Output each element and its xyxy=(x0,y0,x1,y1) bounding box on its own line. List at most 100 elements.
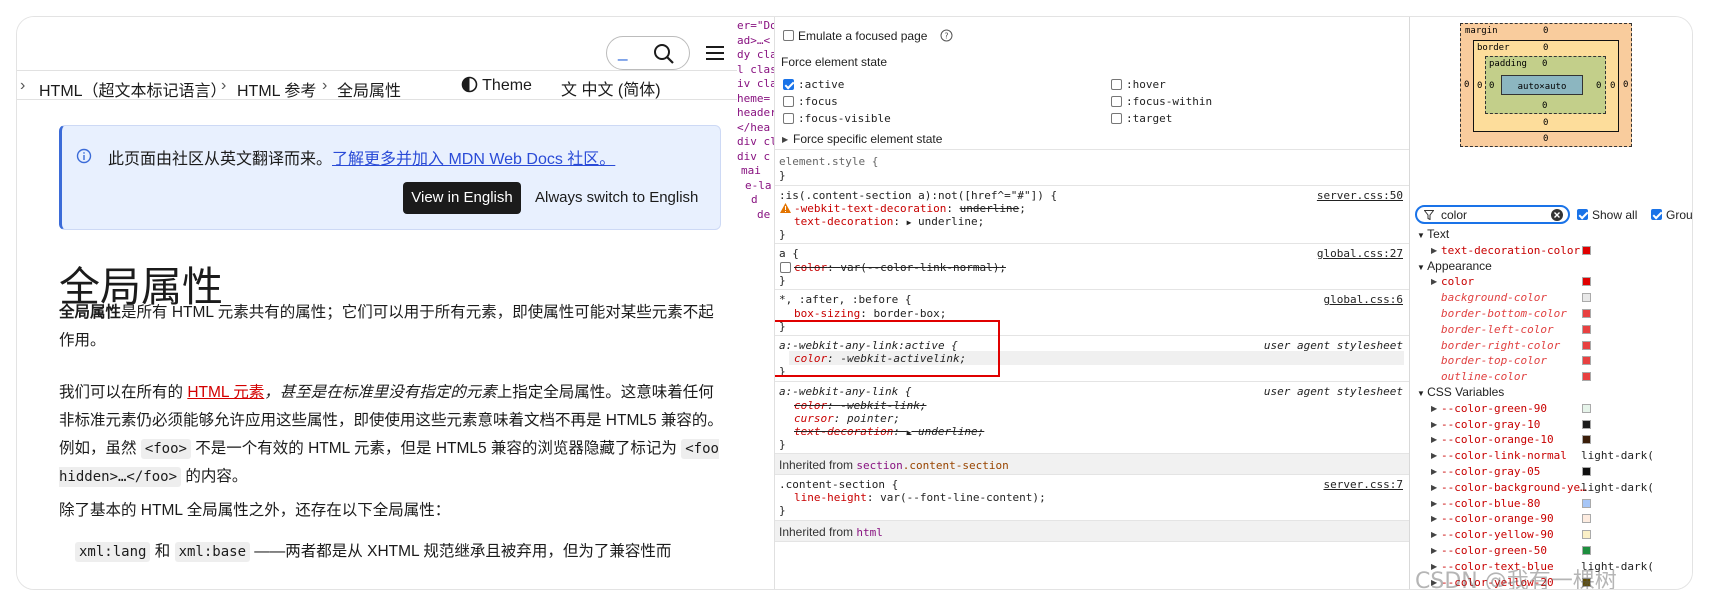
expand-triangle-icon[interactable]: ▶ xyxy=(1431,499,1437,508)
color-swatch[interactable] xyxy=(1582,356,1591,366)
search-input[interactable]: _ xyxy=(606,36,690,70)
box-model-margin[interactable]: margin 0 0 0 0 border 0 0 0 0 padding 0 … xyxy=(1460,23,1632,147)
computed-property-name[interactable]: --color-background-ye… xyxy=(1441,481,1587,494)
color-swatch[interactable] xyxy=(1582,419,1591,429)
dom-tree-node[interactable]: mai xyxy=(741,163,761,179)
expand-triangle-icon[interactable]: ▶ xyxy=(1431,404,1437,413)
dom-tree-node[interactable]: </hea xyxy=(737,120,770,136)
dom-tree-node[interactable]: l clas xyxy=(737,62,774,78)
color-swatch[interactable] xyxy=(1582,546,1591,555)
computed-property-name[interactable]: --color-green-90 xyxy=(1441,402,1547,415)
color-swatch[interactable] xyxy=(1582,530,1591,540)
color-swatch[interactable] xyxy=(1582,324,1591,334)
color-swatch[interactable] xyxy=(1582,277,1591,287)
dom-tree-node[interactable]: div cl xyxy=(737,134,774,150)
expand-triangle-icon[interactable]: ▶ xyxy=(1431,467,1437,476)
computed-property-name[interactable]: background-color xyxy=(1441,291,1547,304)
computed-property-name[interactable]: outline-color xyxy=(1441,370,1527,383)
state-focus-checkbox[interactable] xyxy=(783,96,794,107)
color-swatch[interactable] xyxy=(1582,293,1591,303)
expand-triangle-icon[interactable]: ▶ xyxy=(1431,546,1437,555)
color-swatch[interactable] xyxy=(1582,340,1591,350)
color-swatch[interactable] xyxy=(1582,467,1591,476)
box-model-content[interactable]: auto×auto xyxy=(1501,75,1583,95)
computed-property-name[interactable]: --color-link-normal xyxy=(1441,449,1567,462)
expand-triangle-icon[interactable]: ▶ xyxy=(1431,483,1437,492)
theme-button[interactable]: Theme xyxy=(461,76,532,95)
expand-triangle-icon[interactable]: ▶ xyxy=(907,218,912,227)
dom-tree-node[interactable]: de xyxy=(757,207,770,223)
dom-tree-node[interactable]: div c xyxy=(737,149,770,165)
color-swatch[interactable] xyxy=(1582,245,1591,255)
computed-property-name[interactable]: --color-orange-90 xyxy=(1441,512,1554,525)
color-swatch[interactable] xyxy=(1582,514,1591,524)
collapse-triangle-icon[interactable]: ▼ xyxy=(1417,231,1427,240)
computed-property-name[interactable]: --color-gray-10 xyxy=(1441,418,1540,431)
computed-property-name[interactable]: --color-yellow-90 xyxy=(1441,528,1554,541)
computed-property-name[interactable]: border-bottom-color xyxy=(1441,307,1567,320)
always-switch-english-link[interactable]: Always switch to English xyxy=(535,189,698,206)
color-swatch[interactable] xyxy=(1582,372,1591,382)
help-icon[interactable]: ? xyxy=(940,29,953,42)
source-link[interactable]: server.css:7 xyxy=(1324,478,1403,491)
source-link[interactable]: global.css:27 xyxy=(1317,247,1403,260)
expand-triangle-icon[interactable]: ▶ xyxy=(1431,277,1437,286)
expand-triangle-icon[interactable]: ▶ xyxy=(1431,451,1437,460)
collapse-triangle-icon[interactable]: ▼ xyxy=(1417,389,1427,398)
view-in-english-button[interactable]: View in English xyxy=(403,182,521,214)
breadcrumb-item[interactable]: HTML 参考 xyxy=(237,77,316,101)
color-swatch[interactable] xyxy=(1582,309,1591,318)
computed-property-name[interactable]: border-top-color xyxy=(1441,354,1547,367)
computed-group-header[interactable]: ▼ Appearance xyxy=(1417,259,1492,273)
emulate-focus-checkbox[interactable] xyxy=(783,30,794,41)
dom-tree-node[interactable]: iv cla xyxy=(737,76,774,92)
dom-tree-node[interactable]: header xyxy=(737,105,774,121)
show-all-checkbox[interactable] xyxy=(1577,209,1588,220)
hamburger-menu-icon[interactable] xyxy=(706,45,724,61)
expand-triangle-icon[interactable]: ▶ xyxy=(1431,246,1437,255)
language-button[interactable]: 文 中文 (简体) xyxy=(561,76,661,100)
breadcrumb-item[interactable]: HTML（超文本标记语言） xyxy=(39,77,227,101)
box-model-padding[interactable]: padding 0 0 0 0 auto×auto xyxy=(1485,56,1606,114)
source-link[interactable]: server.css:50 xyxy=(1317,189,1403,202)
expand-triangle-icon[interactable]: ▶ xyxy=(782,135,788,144)
color-swatch[interactable] xyxy=(1582,403,1591,413)
color-swatch[interactable] xyxy=(1582,498,1591,508)
computed-property-name[interactable]: border-right-color xyxy=(1441,339,1560,352)
expand-triangle-icon[interactable]: ▶ xyxy=(907,428,912,437)
expand-triangle-icon[interactable]: ▶ xyxy=(1431,435,1437,444)
computed-group-header[interactable]: ▼ Text xyxy=(1417,227,1449,241)
inherited-tag[interactable]: html xyxy=(856,526,883,539)
state-focus-visible-checkbox[interactable] xyxy=(783,113,794,124)
state-active-checkbox[interactable] xyxy=(783,79,794,90)
dom-tree-node[interactable]: dy cla xyxy=(737,47,774,63)
html-elements-link[interactable]: HTML 元素 xyxy=(187,384,264,401)
inherited-tag[interactable]: section xyxy=(856,459,902,472)
state-target-checkbox[interactable] xyxy=(1111,113,1122,124)
computed-property-name[interactable]: --color-green-50 xyxy=(1441,544,1547,557)
computed-property-name[interactable]: color xyxy=(1441,275,1474,288)
computed-property-name[interactable]: --color-blue-80 xyxy=(1441,497,1540,510)
dom-tree-node[interactable]: d xyxy=(751,192,758,208)
computed-property-name[interactable]: text-decoration-color xyxy=(1441,244,1580,257)
color-swatch[interactable] xyxy=(1582,435,1591,445)
box-model-border[interactable]: border 0 0 0 0 padding 0 0 0 0 auto×auto xyxy=(1473,40,1619,132)
dom-tree-node[interactable]: ad>…< xyxy=(737,33,770,49)
group-checkbox[interactable] xyxy=(1651,209,1662,220)
state-focus-within-checkbox[interactable] xyxy=(1111,96,1122,107)
state-hover-checkbox[interactable] xyxy=(1111,79,1122,90)
dom-tree-node[interactable]: er="Do xyxy=(737,18,774,34)
computed-property-name[interactable]: --color-gray-05 xyxy=(1441,465,1540,478)
expand-triangle-icon[interactable]: ▶ xyxy=(1431,514,1437,523)
search-icon[interactable] xyxy=(653,43,675,65)
dom-tree-node[interactable]: e-la xyxy=(745,178,772,194)
source-link[interactable]: global.css:6 xyxy=(1324,293,1403,306)
join-community-link[interactable]: 了解更多并加入 MDN Web Docs 社区。 xyxy=(332,151,615,168)
collapse-triangle-icon[interactable]: ▼ xyxy=(1417,263,1427,272)
expand-triangle-icon[interactable]: ▶ xyxy=(1431,420,1437,429)
dom-tree-node[interactable]: heme= xyxy=(737,91,770,107)
computed-property-name[interactable]: --color-orange-10 xyxy=(1441,433,1554,446)
computed-group-header[interactable]: ▼ CSS Variables xyxy=(1417,385,1504,399)
computed-filter-input[interactable]: color xyxy=(1415,205,1570,224)
force-specific-state[interactable]: Force specific element state xyxy=(793,132,942,146)
